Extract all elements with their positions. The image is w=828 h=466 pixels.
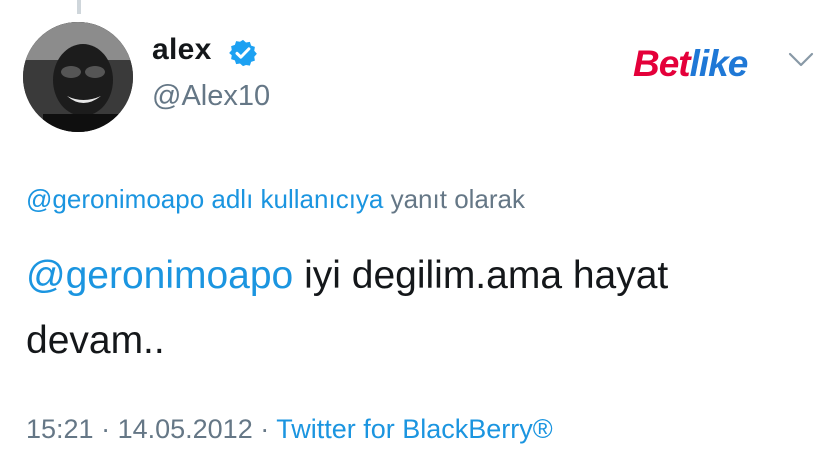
reply-context: @geronimoapo adlı kullanıcıya yanıt olar…	[26, 184, 525, 215]
chevron-down-icon[interactable]	[788, 52, 814, 68]
betlike-watermark: Betlike	[633, 43, 749, 85]
verified-badge-icon	[229, 39, 257, 67]
watermark-part-2: like	[689, 43, 749, 84]
tweet-time[interactable]: 15:21	[26, 414, 94, 444]
display-name[interactable]: alex	[152, 33, 212, 67]
tweet-text: @geronimoapo iyi degilim.ama hayat devam…	[26, 243, 786, 373]
avatar[interactable]	[23, 22, 133, 132]
tweet-mention-link[interactable]: @geronimoapo	[26, 254, 293, 297]
reply-context-suffix: yanıt olarak	[383, 184, 526, 214]
tweet-date[interactable]: 14.05.2012	[118, 414, 253, 444]
tweet-metadata: 15:21 · 14.05.2012 · Twitter for BlackBe…	[26, 414, 553, 445]
thread-connector-line	[77, 0, 81, 14]
watermark-part-1: Bet	[633, 43, 691, 84]
meta-separator: ·	[252, 414, 277, 444]
avatar-photo	[23, 22, 133, 132]
tweet-source-link[interactable]: Twitter for BlackBerry®	[276, 414, 552, 444]
user-handle[interactable]: @Alex10	[152, 80, 270, 113]
meta-separator: ·	[93, 414, 118, 444]
reply-mention-link[interactable]: @geronimoapo adlı kullanıcıya	[26, 184, 383, 214]
